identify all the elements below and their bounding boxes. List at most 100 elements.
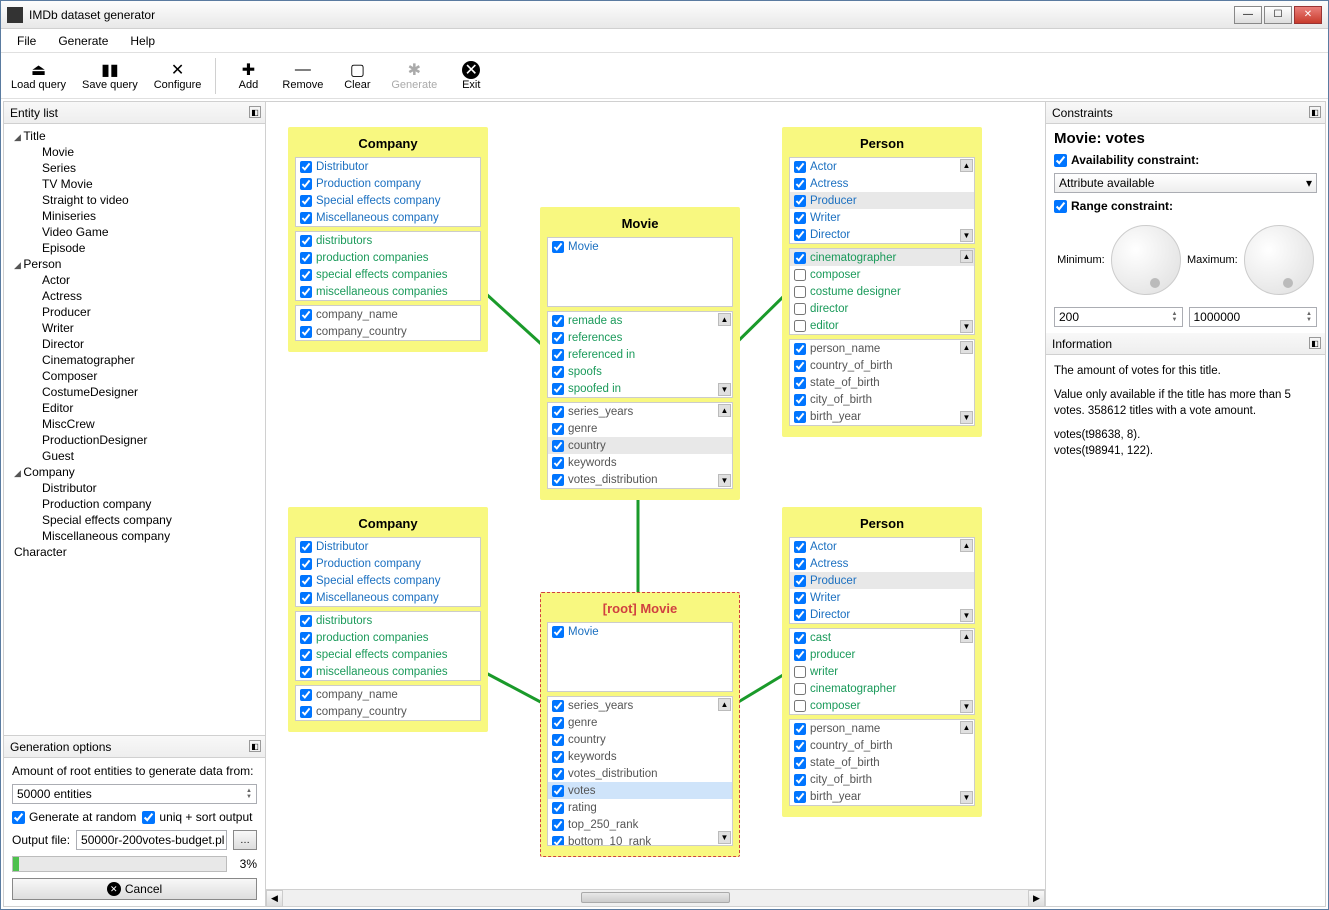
tree-node[interactable]: Production company [34,496,263,512]
entity-row[interactable]: Director [790,226,974,243]
entity-row[interactable]: top_250_rank [548,816,732,833]
menu-generate[interactable]: Generate [48,31,118,51]
close-button[interactable]: ✕ [1294,6,1322,24]
tree-node[interactable]: Person [6,256,263,272]
remove-button[interactable]: —Remove [276,55,329,97]
menu-file[interactable]: File [7,31,46,51]
random-checkbox[interactable]: Generate at random [12,810,136,824]
tree-node[interactable]: Producer [34,304,263,320]
entity-company[interactable]: Company DistributorProduction companySpe… [288,127,488,352]
entity-row[interactable]: country_of_birth [790,357,974,374]
entity-row[interactable]: miscellaneous companies [296,663,480,680]
entity-row[interactable]: Actress [790,175,974,192]
cancel-button[interactable]: ✕Cancel [12,878,257,900]
clear-button[interactable]: ▢Clear [333,55,381,97]
amount-input[interactable]: 50000 entities▲▼ [12,784,257,804]
tree-node[interactable]: Character [6,544,263,560]
entity-row[interactable]: special effects companies [296,646,480,663]
tree-node[interactable]: Guest [34,448,263,464]
entity-row[interactable]: birth_year [790,788,974,805]
scroll-up-icon[interactable]: ▲ [960,539,973,552]
entity-person-2[interactable]: Person ▲▼ActorActressProducerWriterDirec… [782,507,982,817]
scroll-up-icon[interactable]: ▲ [718,698,731,711]
load-query-button[interactable]: ⏏Load query [5,55,72,97]
entity-row[interactable]: series_years [548,403,732,420]
entity-movie[interactable]: Movie Movie ▲▼remade asreferencesreferen… [540,207,740,500]
tree-node[interactable]: Title [6,128,263,144]
tree-node[interactable]: Series [34,160,263,176]
entity-row[interactable]: votes [548,782,732,799]
entity-row[interactable]: Miscellaneous company [296,209,480,226]
output-file-field[interactable]: 50000r-200votes-budget.pl [76,830,227,850]
entity-row[interactable]: keywords [548,454,732,471]
entity-company-2[interactable]: Company DistributorProduction companySpe… [288,507,488,732]
diagram-canvas[interactable]: Company DistributorProduction companySpe… [266,102,1045,889]
entity-row[interactable]: Distributor [296,158,480,175]
entity-row[interactable]: distributors [296,612,480,629]
entity-row[interactable]: Movie [548,238,732,255]
min-input[interactable]: 200▲▼ [1054,307,1183,327]
tree-node[interactable]: Video Game [34,224,263,240]
entity-row[interactable]: company_country [296,703,480,720]
undock-icon[interactable]: ◧ [1309,106,1321,118]
entity-row[interactable]: Director [790,606,974,623]
entity-row[interactable]: Producer [790,572,974,589]
entity-row[interactable]: cinematographer [790,249,974,266]
entity-row[interactable]: remade as [548,312,732,329]
entity-row[interactable]: country [548,731,732,748]
tree-node[interactable]: Editor [34,400,263,416]
scroll-right-icon[interactable]: ▶ [1028,890,1045,907]
scroll-down-icon[interactable]: ▼ [960,791,973,804]
entity-row[interactable]: person_name [790,720,974,737]
entity-row[interactable]: bottom_10_rank [548,833,732,846]
entity-row[interactable]: cinematographer [790,680,974,697]
tree-node[interactable]: Miniseries [34,208,263,224]
entity-row[interactable]: cast [790,629,974,646]
scroll-down-icon[interactable]: ▼ [960,609,973,622]
scroll-down-icon[interactable]: ▼ [960,229,973,242]
entity-row[interactable]: Actor [790,538,974,555]
entity-row[interactable]: referenced in [548,346,732,363]
scroll-down-icon[interactable]: ▼ [718,831,731,844]
entity-row[interactable]: distributors [296,232,480,249]
entity-row[interactable]: company_country [296,323,480,340]
scroll-down-icon[interactable]: ▼ [718,474,731,487]
tree-node[interactable]: Actress [34,288,263,304]
tree-node[interactable]: Director [34,336,263,352]
tree-node[interactable]: Distributor [34,480,263,496]
scroll-down-icon[interactable]: ▼ [960,700,973,713]
min-knob[interactable] [1111,225,1181,295]
tree-node[interactable]: Company [6,464,263,480]
browse-button[interactable]: … [233,830,257,850]
entity-root-movie[interactable]: [root] Movie Movie ▲▼series_yearsgenreco… [540,592,740,857]
save-query-button[interactable]: ▮▮Save query [76,55,144,97]
tree-node[interactable]: Movie [34,144,263,160]
entity-row[interactable]: Production company [296,555,480,572]
entity-row[interactable]: spoofs [548,363,732,380]
tree-node[interactable]: Straight to video [34,192,263,208]
scroll-up-icon[interactable]: ▲ [718,404,731,417]
entity-row[interactable]: genre [548,420,732,437]
add-button[interactable]: ✚Add [224,55,272,97]
entity-row[interactable]: genre [548,714,732,731]
entity-row[interactable]: person_name [790,340,974,357]
entity-row[interactable]: company_name [296,686,480,703]
scroll-up-icon[interactable]: ▲ [718,313,731,326]
entity-row[interactable]: Actress [790,555,974,572]
entity-row[interactable]: spoofed in [548,380,732,397]
availability-combo[interactable]: Attribute available▾ [1054,173,1317,193]
entity-row[interactable]: city_of_birth [790,771,974,788]
tree-node[interactable]: Episode [34,240,263,256]
scroll-down-icon[interactable]: ▼ [718,383,731,396]
entity-row[interactable]: references [548,329,732,346]
entity-row[interactable]: Movie [548,623,732,640]
entity-row[interactable]: state_of_birth [790,374,974,391]
tree-node[interactable]: Composer [34,368,263,384]
tree-node[interactable]: Cinematographer [34,352,263,368]
max-input[interactable]: 1000000▲▼ [1189,307,1318,327]
entity-row[interactable]: Production company [296,175,480,192]
horizontal-scrollbar[interactable]: ◀ ▶ [266,889,1045,906]
scroll-left-icon[interactable]: ◀ [266,890,283,907]
entity-row[interactable]: series_years [548,697,732,714]
configure-button[interactable]: ✕Configure [148,55,208,97]
